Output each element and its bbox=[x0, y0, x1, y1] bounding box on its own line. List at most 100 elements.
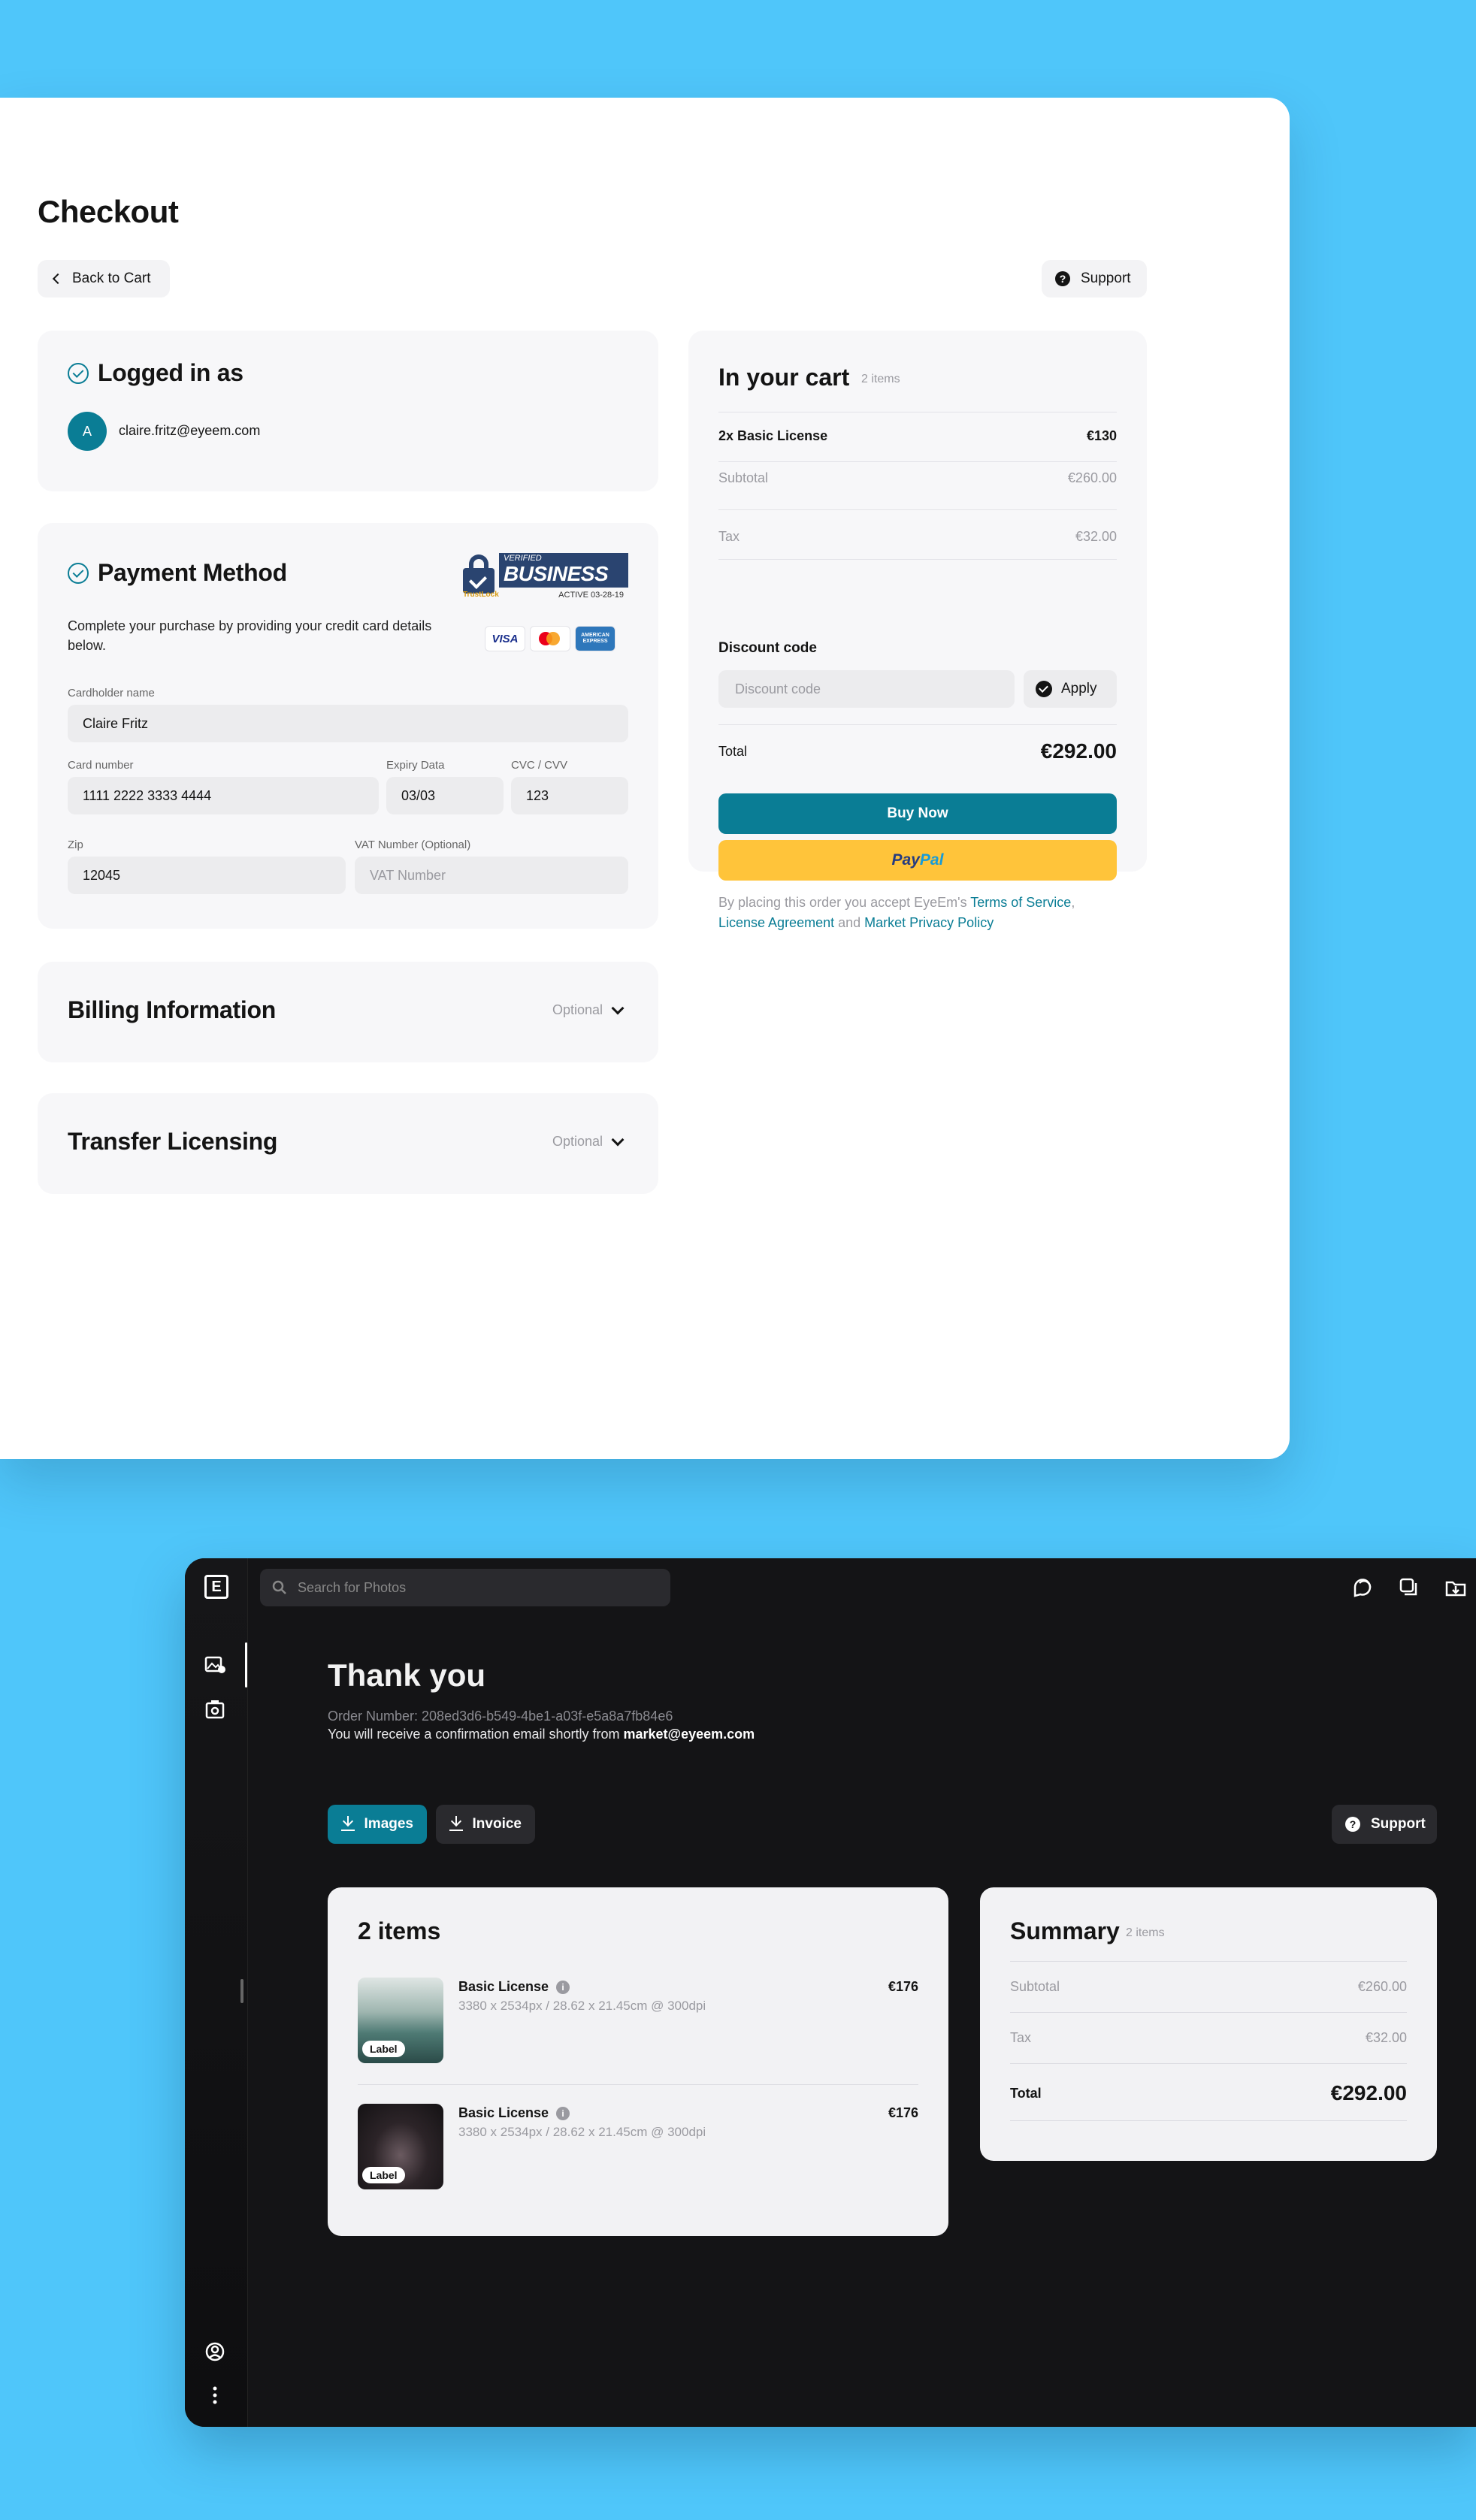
summary-card: Summary 2 items Subtotal €260.00 Tax €32… bbox=[980, 1887, 1437, 2161]
item-price: €176 bbox=[888, 2105, 918, 2120]
license-link[interactable]: License Agreement bbox=[718, 915, 834, 930]
payment-description: Complete your purchase by providing your… bbox=[68, 618, 432, 653]
checkout-window: Checkout Back to Cart ? Support Logged i… bbox=[0, 98, 1290, 1459]
item-name-text: Basic License bbox=[458, 1979, 549, 1994]
cvc-label: CVC / CVV bbox=[511, 759, 568, 772]
user-icon[interactable] bbox=[204, 2341, 227, 2362]
chevron-left-icon bbox=[52, 273, 64, 285]
app-window: E Search for Photos Thank you Order Numb… bbox=[185, 1558, 1476, 2427]
vat-field[interactable]: VAT Number bbox=[355, 857, 628, 894]
back-to-cart-button[interactable]: Back to Cart bbox=[38, 260, 170, 298]
chevron-down-icon[interactable] bbox=[611, 1133, 625, 1147]
paypal-button[interactable]: Pay Pal bbox=[718, 840, 1117, 881]
card-number-field[interactable]: 1111 2222 3333 4444 bbox=[68, 777, 379, 814]
images-icon[interactable] bbox=[204, 1654, 227, 1675]
search-input[interactable]: Search for Photos bbox=[260, 1569, 670, 1606]
transfer-licensing-section[interactable]: Transfer Licensing Optional bbox=[38, 1093, 658, 1194]
avatar: A bbox=[68, 412, 107, 451]
confirmation-text: You will receive a confirmation email sh… bbox=[328, 1727, 755, 1742]
summary-total-label: Total bbox=[1010, 2085, 1042, 2101]
info-icon[interactable]: i bbox=[556, 2106, 570, 2120]
apply-button[interactable]: Apply bbox=[1024, 670, 1117, 708]
active-indicator bbox=[245, 1642, 247, 1688]
divider bbox=[1010, 2012, 1407, 2013]
search-icon bbox=[272, 1580, 286, 1594]
billing-optional: Optional bbox=[552, 1002, 603, 1017]
tax-value: €32.00 bbox=[1075, 529, 1117, 544]
total-value: €292.00 bbox=[1040, 739, 1117, 763]
total-label: Total bbox=[718, 743, 748, 759]
expiry-field[interactable]: 03/03 bbox=[386, 777, 504, 814]
buy-now-button[interactable]: Buy Now bbox=[718, 793, 1117, 834]
support-button[interactable]: ? Support bbox=[1042, 260, 1147, 298]
thank-you-title: Thank you bbox=[328, 1657, 486, 1693]
logged-in-heading: Logged in as bbox=[68, 359, 243, 387]
back-to-cart-label: Back to Cart bbox=[72, 270, 151, 286]
summary-subtotal-row: Subtotal €260.00 bbox=[1010, 1979, 1407, 1995]
badge-active-text: ACTIVE 03-28-19 bbox=[558, 591, 624, 600]
amex-icon: AMERICAN EXPRESS bbox=[576, 627, 615, 651]
subtotal-label: Subtotal bbox=[718, 470, 769, 485]
cart-item-label: 2x Basic License bbox=[718, 428, 828, 443]
logged-in-card: Logged in as A claire.fritz@eyeem.com bbox=[38, 331, 658, 491]
item-name: Basic License i bbox=[458, 1979, 570, 1995]
discount-input[interactable]: Discount code bbox=[718, 670, 1015, 708]
cart-item-price: €130 bbox=[1086, 428, 1117, 443]
check-circle-icon bbox=[68, 562, 89, 584]
payment-title: Payment Method bbox=[98, 559, 287, 586]
sidebar-rail: E bbox=[185, 1558, 248, 2427]
eyeem-logo[interactable]: E bbox=[204, 1575, 228, 1599]
help-icon: ? bbox=[1055, 271, 1070, 286]
support-button[interactable]: ? Support bbox=[1332, 1805, 1437, 1844]
payment-heading: Payment Method bbox=[68, 559, 287, 587]
confirmation-email: market@eyeem.com bbox=[623, 1727, 755, 1742]
order-number: Order Number: 208ed3d6-b549-4be1-a03f-e5… bbox=[328, 1709, 673, 1724]
download-invoice-button[interactable]: Invoice bbox=[436, 1805, 535, 1844]
cvc-field[interactable]: 123 bbox=[511, 777, 628, 814]
total-row: Total €292.00 bbox=[718, 739, 1117, 763]
divider bbox=[718, 724, 1117, 725]
zip-field[interactable]: 12045 bbox=[68, 857, 346, 894]
camera-icon[interactable] bbox=[204, 1700, 227, 1721]
list-item[interactable]: Label Basic License i 3380 x 2534px / 28… bbox=[358, 1978, 918, 2065]
cart-item-row: 2x Basic License €130 bbox=[718, 428, 1117, 444]
chevron-down-icon[interactable] bbox=[611, 1002, 625, 1015]
payment-method-card: Payment Method VERIFIED BUSINESS TrustLo… bbox=[38, 523, 658, 929]
photo-thumbnail[interactable]: Label bbox=[358, 1978, 443, 2063]
divider bbox=[718, 559, 1117, 560]
list-item[interactable]: Label Basic License i 3380 x 2534px / 28… bbox=[358, 2104, 918, 2191]
mastercard-icon bbox=[531, 627, 570, 651]
privacy-link[interactable]: Market Privacy Policy bbox=[864, 915, 994, 930]
images-label: Images bbox=[364, 1816, 413, 1832]
divider bbox=[358, 2084, 918, 2085]
summary-tax-label: Tax bbox=[1010, 2030, 1032, 2045]
info-icon[interactable]: i bbox=[556, 1980, 570, 1994]
logged-in-title: Logged in as bbox=[98, 359, 243, 386]
card-brands: VISA AMERICAN EXPRESS bbox=[485, 627, 615, 651]
cardholder-field[interactable]: Claire Fritz bbox=[68, 705, 628, 742]
check-circle-icon bbox=[68, 362, 89, 384]
subtotal-value: €260.00 bbox=[1067, 470, 1117, 485]
support-label: Support bbox=[1371, 1816, 1426, 1832]
divider bbox=[1010, 2120, 1407, 2121]
confirmation-prefix: You will receive a confirmation email sh… bbox=[328, 1727, 624, 1742]
verified-business-badge: VERIFIED BUSINESS TrustLock ACTIVE 03-28… bbox=[463, 553, 628, 603]
paypal-logo-pal: Pal bbox=[919, 851, 944, 869]
divider bbox=[1010, 2063, 1407, 2064]
billing-information-section[interactable]: Billing Information Optional bbox=[38, 962, 658, 1062]
collections-icon[interactable] bbox=[1398, 1576, 1420, 1599]
apply-label: Apply bbox=[1061, 681, 1097, 696]
chat-icon[interactable] bbox=[1351, 1576, 1374, 1599]
summary-count: 2 items bbox=[1126, 1926, 1165, 1939]
divider bbox=[1010, 1961, 1407, 1962]
tax-label: Tax bbox=[718, 529, 740, 544]
photo-thumbnail[interactable]: Label bbox=[358, 2104, 443, 2189]
download-folder-icon[interactable] bbox=[1444, 1576, 1467, 1599]
divider bbox=[718, 509, 1117, 510]
paypal-logo-pay: Pay bbox=[891, 851, 920, 869]
more-vertical-icon[interactable] bbox=[204, 2385, 227, 2406]
cardholder-label: Cardholder name bbox=[68, 687, 155, 699]
download-images-button[interactable]: Images bbox=[328, 1805, 427, 1844]
resize-handle[interactable] bbox=[240, 1979, 243, 2003]
terms-link[interactable]: Terms of Service bbox=[970, 895, 1071, 910]
